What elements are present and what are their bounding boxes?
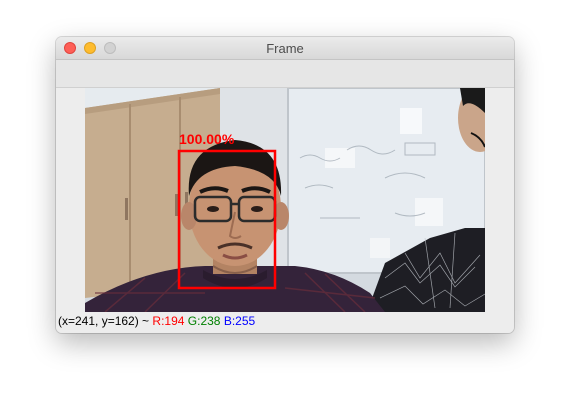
cursor-coordinates: (x=241, y=162) ~ [58, 314, 150, 328]
window-title: Frame [266, 41, 304, 56]
red-value: R:194 [152, 314, 185, 328]
green-value: G:238 [187, 314, 221, 328]
toolbar [56, 60, 514, 88]
blue-value: B:255 [223, 314, 256, 328]
confidence-label: 100.00% [179, 131, 235, 147]
video-frame[interactable]: 100.00% [85, 88, 485, 312]
pixel-info-status: (x=241, y=162) ~ R:194 G:238 B:255 [58, 314, 255, 328]
title-bar[interactable]: Frame [56, 37, 514, 60]
camera-image: 100.00% [85, 88, 485, 312]
frame-content: 100.00% (x=241, y=162) ~ R:194 G:238 B:2… [56, 88, 514, 333]
frame-window: Frame 100.00% (x=241, y=162) ~ R:194 G:2… [56, 37, 514, 333]
